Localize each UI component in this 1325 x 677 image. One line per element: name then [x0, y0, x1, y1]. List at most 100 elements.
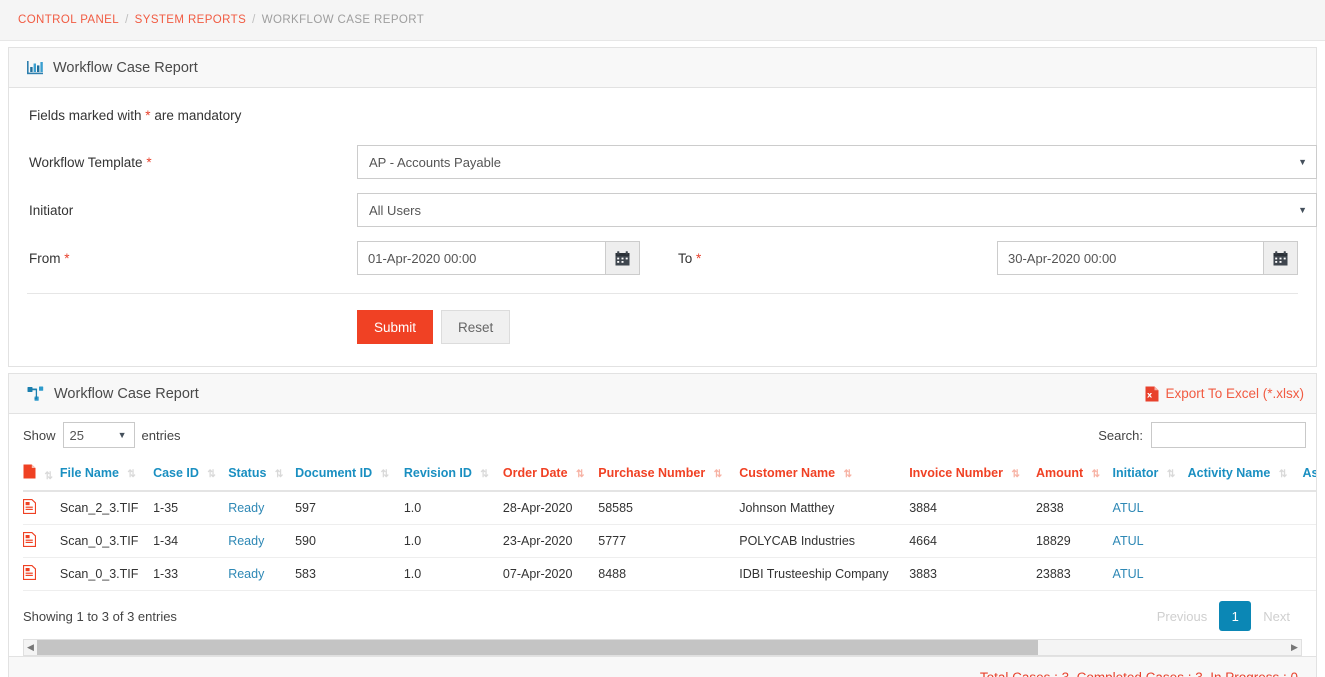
horizontal-scrollbar[interactable]: ◀ ▶	[23, 639, 1302, 656]
sort-icon: ⇅	[274, 469, 283, 480]
pagination-next[interactable]: Next	[1251, 601, 1302, 631]
cell-revision-id: 1.0	[403, 491, 503, 525]
file-red-icon	[23, 464, 36, 479]
scrollbar-thumb[interactable]	[37, 640, 1038, 655]
initiator-select[interactable]: All Users ▼	[357, 193, 1317, 227]
calendar-icon	[615, 250, 630, 266]
show-label: Show	[23, 427, 56, 443]
cell-invoice-number: 4664	[909, 524, 1036, 558]
results-panel-footer: Total Cases : 3, Completed Cases : 3, In…	[9, 656, 1316, 677]
filter-panel-title: Workflow Case Report	[53, 59, 198, 76]
cell-amount: 18829	[1035, 524, 1113, 558]
column-label: Status	[228, 466, 267, 480]
column-label: Customer Name	[739, 466, 836, 480]
table-row[interactable]: Scan_0_3.TIF 1-34 Ready 590 1.0 23-Apr-2…	[22, 524, 1316, 558]
column-header-document-id[interactable]: Document ID ⇅	[295, 458, 404, 492]
sitemap-icon	[27, 386, 45, 402]
column-header-amount[interactable]: Amount ⇅	[1035, 458, 1113, 492]
column-header-file-name[interactable]: File Name ⇅	[59, 458, 154, 492]
file-red-icon[interactable]	[22, 564, 37, 581]
results-panel-title: Workflow Case Report	[54, 385, 199, 402]
sort-icon: ⇅	[480, 469, 488, 480]
column-header-invoice-number[interactable]: Invoice Number ⇅	[909, 458, 1036, 492]
pagination-previous[interactable]: Previous	[1145, 601, 1220, 631]
column-header-customer-name[interactable]: Customer Name ⇅	[739, 458, 910, 492]
table-row[interactable]: Scan_2_3.TIF 1-35 Ready 597 1.0 28-Apr-2…	[22, 491, 1316, 525]
from-label: From *	[27, 251, 357, 266]
workflow-case-table: ⇅ File Name ⇅ Case ID ⇅ Status ⇅ Documen…	[22, 458, 1316, 591]
scroll-right-arrow-icon[interactable]: ▶	[1288, 642, 1301, 653]
column-label: Case ID	[153, 466, 199, 480]
row-file-icon-cell[interactable]	[22, 491, 60, 525]
results-panel-title-group: Workflow Case Report	[27, 386, 199, 402]
excel-file-icon: x	[1145, 386, 1159, 402]
cell-assigned-to	[1302, 491, 1316, 525]
initiator-label-text: Initiator	[29, 202, 74, 218]
sort-icon: ⇅	[576, 469, 584, 480]
table-body: Scan_2_3.TIF 1-35 Ready 597 1.0 28-Apr-2…	[22, 491, 1316, 591]
cell-customer-name: POLYCAB Industries	[739, 524, 910, 558]
file-red-icon[interactable]	[22, 498, 37, 515]
required-star: *	[64, 250, 70, 266]
column-header-purchase-number[interactable]: Purchase Number ⇅	[598, 458, 740, 492]
breadcrumb-separator: /	[252, 14, 256, 26]
workflow-template-label-text: Workflow Template	[29, 154, 143, 170]
column-header-revision-id[interactable]: Revision ID ⇅	[403, 458, 503, 492]
table-row[interactable]: Scan_0_3.TIF 1-33 Ready 583 1.0 07-Apr-2…	[22, 557, 1316, 591]
column-header-order-date[interactable]: Order Date ⇅	[502, 458, 599, 492]
cell-status[interactable]: Ready	[228, 524, 296, 558]
pagination: Previous 1 Next	[1145, 601, 1302, 631]
export-to-excel-link[interactable]: x Export To Excel (*.xlsx)	[1145, 386, 1304, 402]
cell-file-name: Scan_0_3.TIF	[59, 557, 154, 591]
column-header-assigned-to[interactable]: Assigned to ⇅	[1302, 458, 1316, 492]
cell-customer-name: Johnson Matthey	[739, 491, 910, 525]
filter-panel-title-group: Workflow Case Report	[27, 60, 198, 76]
cell-file-name: Scan_2_3.TIF	[59, 491, 154, 525]
column-label: Assigned to	[1302, 466, 1316, 480]
row-file-icon-cell[interactable]	[22, 557, 60, 591]
from-calendar-button[interactable]	[605, 241, 640, 275]
workflow-template-select[interactable]: AP - Accounts Payable ▼	[357, 145, 1317, 179]
column-header-initiator[interactable]: Initiator ⇅	[1112, 458, 1188, 492]
bar-chart-icon	[27, 60, 44, 76]
scroll-left-arrow-icon[interactable]: ◀	[24, 642, 37, 653]
column-header-activity-name[interactable]: Activity Name ⇅	[1187, 458, 1303, 492]
column-header-status[interactable]: Status ⇅	[228, 458, 296, 492]
cell-initiator[interactable]: ATUL	[1112, 524, 1188, 558]
required-star: *	[696, 250, 702, 266]
page-size-select[interactable]: 25 ▼	[62, 422, 135, 448]
cell-order-date: 23-Apr-2020	[502, 524, 599, 558]
cell-amount: 2838	[1035, 491, 1113, 525]
cell-status[interactable]: Ready	[228, 557, 296, 591]
search-input[interactable]	[1151, 422, 1306, 448]
cell-revision-id: 1.0	[403, 557, 503, 591]
from-date-input[interactable]: 01-Apr-2020 00:00	[357, 241, 605, 275]
cell-document-id: 597	[295, 491, 404, 525]
cell-initiator[interactable]: ATUL	[1112, 557, 1188, 591]
chevron-down-icon: ▼	[117, 430, 127, 440]
show-entries-group: Show 25 ▼ entries	[23, 422, 181, 448]
column-header-case-id[interactable]: Case ID ⇅	[153, 458, 229, 492]
cell-initiator[interactable]: ATUL	[1112, 491, 1188, 525]
scrollbar-track[interactable]	[37, 640, 1288, 655]
to-calendar-button[interactable]	[1263, 241, 1298, 275]
breadcrumb-item-current: WORKFLOW CASE REPORT	[261, 14, 425, 26]
breadcrumb-item-control-panel[interactable]: CONTROL PANEL	[18, 14, 119, 26]
filter-panel-header: Workflow Case Report	[9, 48, 1316, 88]
pagination-page-1[interactable]: 1	[1219, 601, 1252, 631]
cell-document-id: 583	[295, 557, 404, 591]
to-date-input[interactable]: 30-Apr-2020 00:00	[997, 241, 1263, 275]
sort-icon[interactable]: ⇅	[44, 471, 52, 482]
reset-button[interactable]: Reset	[441, 310, 511, 344]
cell-status[interactable]: Ready	[228, 491, 296, 525]
submit-button[interactable]: Submit	[357, 310, 434, 344]
table-footer: Showing 1 to 3 of 3 entries Previous 1 N…	[9, 591, 1316, 637]
from-label-text: From	[29, 250, 61, 266]
calendar-icon	[1273, 250, 1288, 266]
workflow-template-label: Workflow Template *	[27, 155, 357, 170]
row-file-icon-cell[interactable]	[22, 524, 60, 558]
breadcrumb-item-system-reports[interactable]: SYSTEM REPORTS	[135, 14, 246, 26]
sort-icon: ⇅	[1166, 469, 1175, 480]
file-red-icon[interactable]	[22, 531, 37, 548]
column-label: File Name	[59, 466, 119, 480]
